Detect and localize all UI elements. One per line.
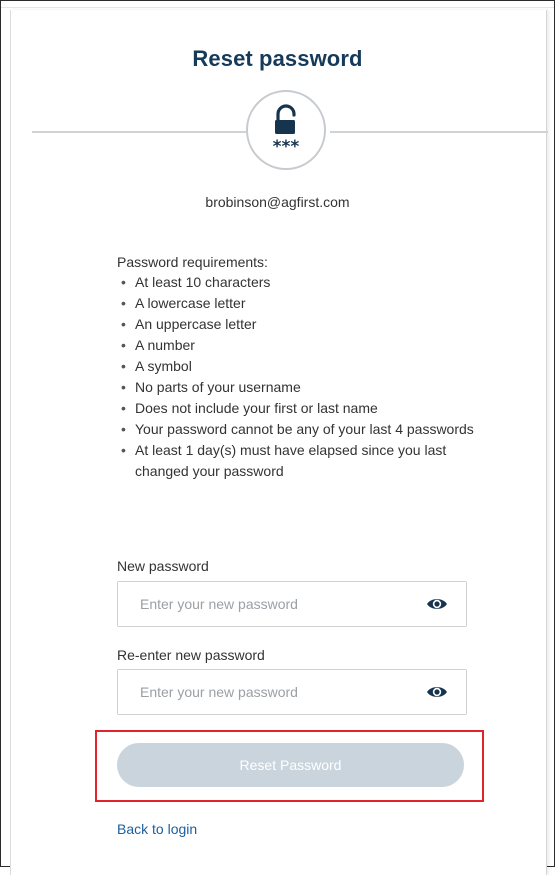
page-title: Reset password — [192, 46, 363, 71]
top-border — [1, 7, 554, 8]
requirement-item: At least 10 characters — [117, 272, 477, 293]
requirement-item: At least 1 day(s) must have elapsed sinc… — [117, 440, 477, 482]
new-password-label: New password — [117, 558, 209, 574]
confirm-password-field — [117, 669, 467, 715]
reset-password-button[interactable]: Reset Password — [117, 743, 464, 787]
requirements-heading: Password requirements: — [117, 254, 268, 270]
requirement-item: Your password cannot be any of your last… — [117, 419, 477, 440]
requirement-item: A number — [117, 335, 477, 356]
eye-icon[interactable] — [426, 684, 448, 700]
requirement-item: A lowercase letter — [117, 293, 477, 314]
confirm-password-input[interactable] — [118, 670, 440, 714]
requirement-item: A symbol — [117, 356, 477, 377]
back-to-login-link[interactable]: Back to login — [117, 821, 197, 837]
requirement-item: An uppercase letter — [117, 314, 477, 335]
eye-icon[interactable] — [426, 596, 448, 612]
svg-text:***: *** — [273, 137, 300, 157]
requirements-list: At least 10 characters A lowercase lette… — [117, 272, 477, 482]
divider-right — [330, 131, 548, 133]
requirement-item: No parts of your username — [117, 377, 477, 398]
requirement-item: Does not include your first or last name — [117, 398, 477, 419]
unlocked-padlock-password-icon: *** — [246, 90, 326, 170]
confirm-password-label: Re-enter new password — [117, 647, 265, 663]
divider-left — [32, 131, 246, 133]
new-password-input[interactable] — [118, 582, 440, 626]
user-email: brobinson@agfirst.com — [205, 194, 350, 210]
new-password-field — [117, 581, 467, 627]
